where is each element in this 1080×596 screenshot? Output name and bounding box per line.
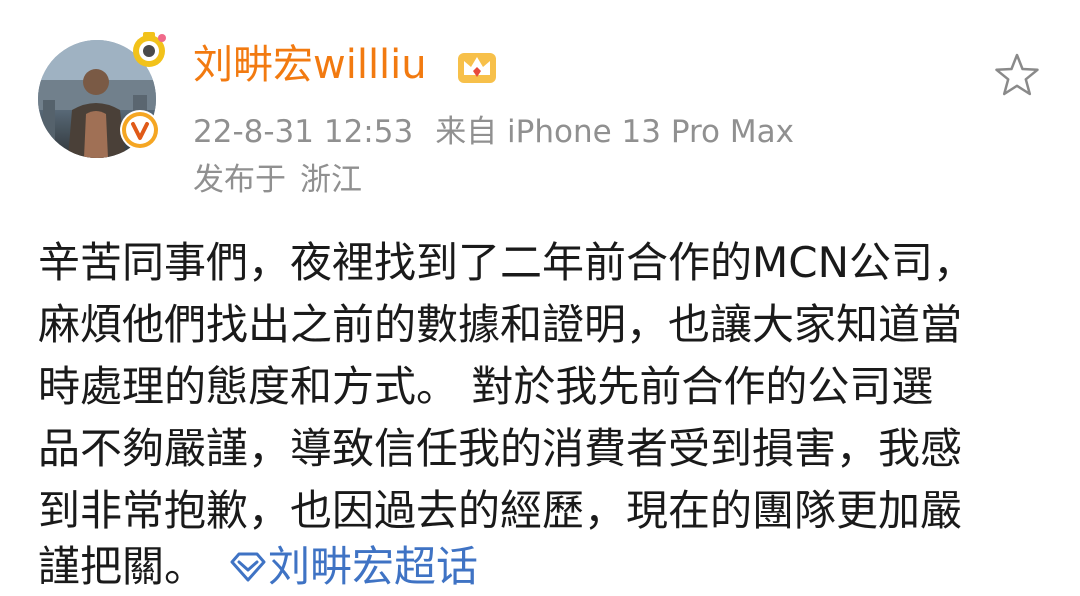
post-body-last-line: 謹把關。 刘畊宏超话 (38, 538, 478, 596)
star-outline-icon[interactable] (993, 52, 1041, 98)
post-body-line: 辛苦同事們，夜裡找到了二年前合作的MCN公司， (38, 238, 975, 287)
post-meta: 22-8-31 12:53 来自 iPhone 13 Pro Max (193, 112, 794, 152)
post-location: 发布于 浙江 (193, 160, 362, 200)
topic-tag-label: 刘畊宏超话 (268, 542, 479, 591)
diamond-icon (230, 552, 266, 582)
post-source: 来自 iPhone 13 Pro Max (435, 114, 794, 150)
post-body-line: 到非常抱歉，也因過去的經歷，現在的團隊更加嚴 (38, 486, 963, 535)
avatar-group[interactable] (38, 30, 173, 158)
post-timestamp: 22-8-31 12:53 (193, 114, 414, 150)
location-prefix: 发布于 (193, 162, 286, 198)
topic-tag-link[interactable]: 刘畊宏超话 (228, 542, 478, 591)
location-value: 浙江 (300, 162, 362, 198)
post-body-line: 品不夠嚴謹，導致信任我的消費者受到損害，我感 (38, 424, 963, 473)
fan-badge-icon (133, 32, 166, 67)
crown-icon[interactable] (455, 45, 499, 87)
verified-v-icon (120, 110, 160, 150)
post-body-line: 謹把關。 (38, 542, 207, 591)
username[interactable]: 刘畊宏willliu (193, 40, 427, 90)
post-body-line: 麻煩他們找出之前的數據和證明，也讓大家知道當 (38, 300, 963, 349)
post-body-line: 時處理的態度和方式。 對於我先前合作的公司選 (38, 362, 934, 411)
